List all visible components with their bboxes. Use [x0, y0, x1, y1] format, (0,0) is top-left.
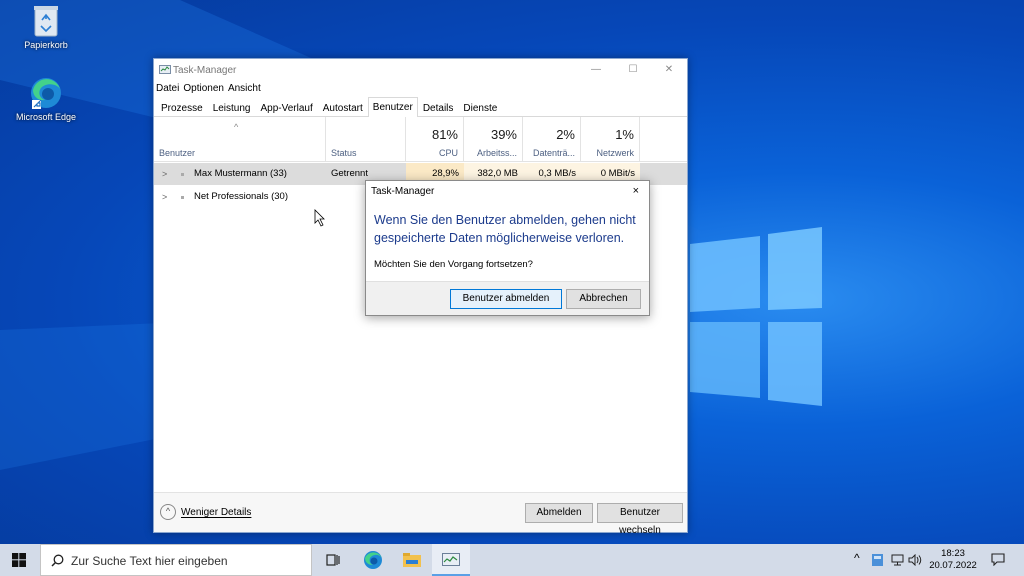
tab-dienste[interactable]: Dienste	[458, 98, 502, 117]
mouse-cursor-icon	[314, 209, 325, 227]
menu-item-ansicht[interactable]: Ansicht	[228, 81, 261, 97]
menu-item-datei[interactable]: Datei	[156, 81, 179, 97]
task-view-icon	[326, 554, 340, 566]
chevron-up-icon: ^	[854, 551, 860, 565]
network-button[interactable]	[889, 544, 905, 576]
bottom-bar: ^ Weniger Details Abmelden Benutzer wech…	[154, 492, 687, 536]
clock-time: 18:23	[941, 548, 965, 559]
menu-bar: Datei Optionen Ansicht	[154, 81, 687, 97]
cancel-button[interactable]: Abbrechen	[566, 289, 641, 309]
tab-app-verlauf[interactable]: App-Verlauf	[256, 98, 318, 117]
column-percent: 39%	[490, 127, 517, 142]
network-icon	[891, 554, 904, 566]
column-label: CPU	[438, 148, 458, 158]
edge-icon	[31, 78, 61, 109]
collapse-chevron-icon[interactable]: ^	[160, 504, 176, 520]
fewer-details-link[interactable]: Weniger Details	[181, 507, 251, 518]
tray-app-button[interactable]	[870, 544, 886, 576]
dialog-title: Task-Manager	[371, 186, 435, 197]
column-percent: 81%	[431, 127, 458, 142]
column-label: Benutzer	[159, 148, 196, 158]
column-label: Arbeitss...	[476, 148, 517, 158]
task-manager-icon	[159, 65, 171, 74]
logoff-button[interactable]: Abmelden	[525, 503, 593, 523]
close-button[interactable]: ✕	[652, 62, 686, 78]
column-cpu[interactable]: 81% CPU	[406, 117, 464, 162]
confirm-logoff-button[interactable]: Benutzer abmelden	[450, 289, 562, 309]
expand-chevron-icon[interactable]: >	[162, 163, 167, 185]
column-network[interactable]: 1% Netzwerk	[581, 117, 640, 162]
start-button[interactable]	[0, 544, 40, 576]
user-icon	[181, 173, 184, 176]
show-hidden-icons-button[interactable]: ^	[852, 544, 866, 576]
task-manager-icon	[442, 553, 460, 566]
windows-logo-icon	[12, 553, 26, 567]
notification-center-button[interactable]	[984, 544, 1012, 576]
column-label: Netzwerk	[596, 148, 634, 158]
dialog-footer: Benutzer abmelden Abbrechen	[366, 281, 649, 315]
edge-icon	[364, 551, 382, 569]
taskbar: Zur Suche Text hier eingeben ^ 18:23 20.…	[0, 544, 1024, 576]
tab-prozesse[interactable]: Prozesse	[156, 98, 208, 117]
window-title: Task-Manager	[173, 65, 237, 76]
taskbar-app-explorer[interactable]	[393, 544, 431, 576]
tab-benutzer[interactable]: Benutzer	[367, 97, 418, 117]
user-name: Net Professionals (30)	[194, 191, 288, 202]
notification-icon	[991, 553, 1005, 566]
folder-icon	[403, 553, 421, 567]
search-icon	[51, 554, 64, 567]
column-percent: 1%	[615, 127, 634, 142]
tab-details[interactable]: Details	[418, 98, 459, 117]
expand-chevron-icon[interactable]: >	[162, 186, 167, 208]
user-icon	[181, 196, 184, 199]
maximize-icon: ☐	[628, 64, 638, 75]
column-disk[interactable]: 2% Datenträ...	[523, 117, 581, 162]
desktop-icon-recycle-bin[interactable]: Papierkorb	[11, 4, 81, 50]
clock-date: 20.07.2022	[929, 560, 977, 571]
column-user[interactable]: Benutzer	[154, 117, 326, 162]
dialog-close-button[interactable]: ×	[633, 185, 639, 197]
dialog-question: Möchten Sie den Vorgang fortsetzen?	[374, 259, 533, 270]
tab-autostart[interactable]: Autostart	[318, 98, 368, 117]
column-percent: 2%	[556, 127, 575, 142]
search-placeholder: Zur Suche Text hier eingeben	[71, 554, 228, 568]
taskbar-app-edge[interactable]	[354, 544, 392, 576]
switch-user-button[interactable]: Benutzer wechseln	[597, 503, 683, 536]
column-memory[interactable]: 39% Arbeitss...	[464, 117, 523, 162]
logoff-confirm-dialog: Task-Manager × Wenn Sie den Benutzer abm…	[365, 180, 650, 316]
search-box[interactable]: Zur Suche Text hier eingeben	[40, 544, 312, 576]
column-label: Datenträ...	[532, 148, 575, 158]
task-view-button[interactable]	[314, 544, 352, 576]
close-icon: ✕	[664, 64, 674, 75]
desktop-icon-label: Microsoft Edge	[15, 112, 77, 122]
menu-item-optionen[interactable]: Optionen	[183, 81, 224, 97]
tab-bar: Prozesse Leistung App-Verlauf Autostart …	[154, 97, 687, 117]
maximize-button[interactable]: ☐	[616, 62, 650, 78]
app-tray-icon	[872, 554, 883, 566]
taskbar-app-task-manager[interactable]	[432, 544, 470, 576]
dialog-message: Wenn Sie den Benutzer abmelden, gehen ni…	[374, 213, 636, 245]
desktop-icon-label: Papierkorb	[24, 40, 68, 50]
tab-leistung[interactable]: Leistung	[208, 98, 256, 117]
title-bar[interactable]: Task-Manager — ☐ ✕	[154, 59, 687, 81]
speaker-icon	[908, 554, 922, 566]
user-name: Max Mustermann (33)	[194, 168, 287, 179]
recycle-bin-icon	[34, 6, 58, 37]
minimize-button[interactable]: —	[579, 62, 613, 78]
minimize-icon: —	[591, 64, 601, 75]
volume-button[interactable]	[907, 544, 923, 576]
clock[interactable]: 18:23 20.07.2022	[922, 548, 984, 572]
column-label: Status	[331, 148, 357, 158]
column-header: ^ Benutzer Status 81% CPU 39% Arbeitss..…	[154, 117, 687, 162]
user-status: Getrennt	[331, 168, 368, 179]
column-status[interactable]: Status	[326, 117, 406, 162]
desktop-icon-edge[interactable]: Microsoft Edge	[11, 76, 81, 122]
